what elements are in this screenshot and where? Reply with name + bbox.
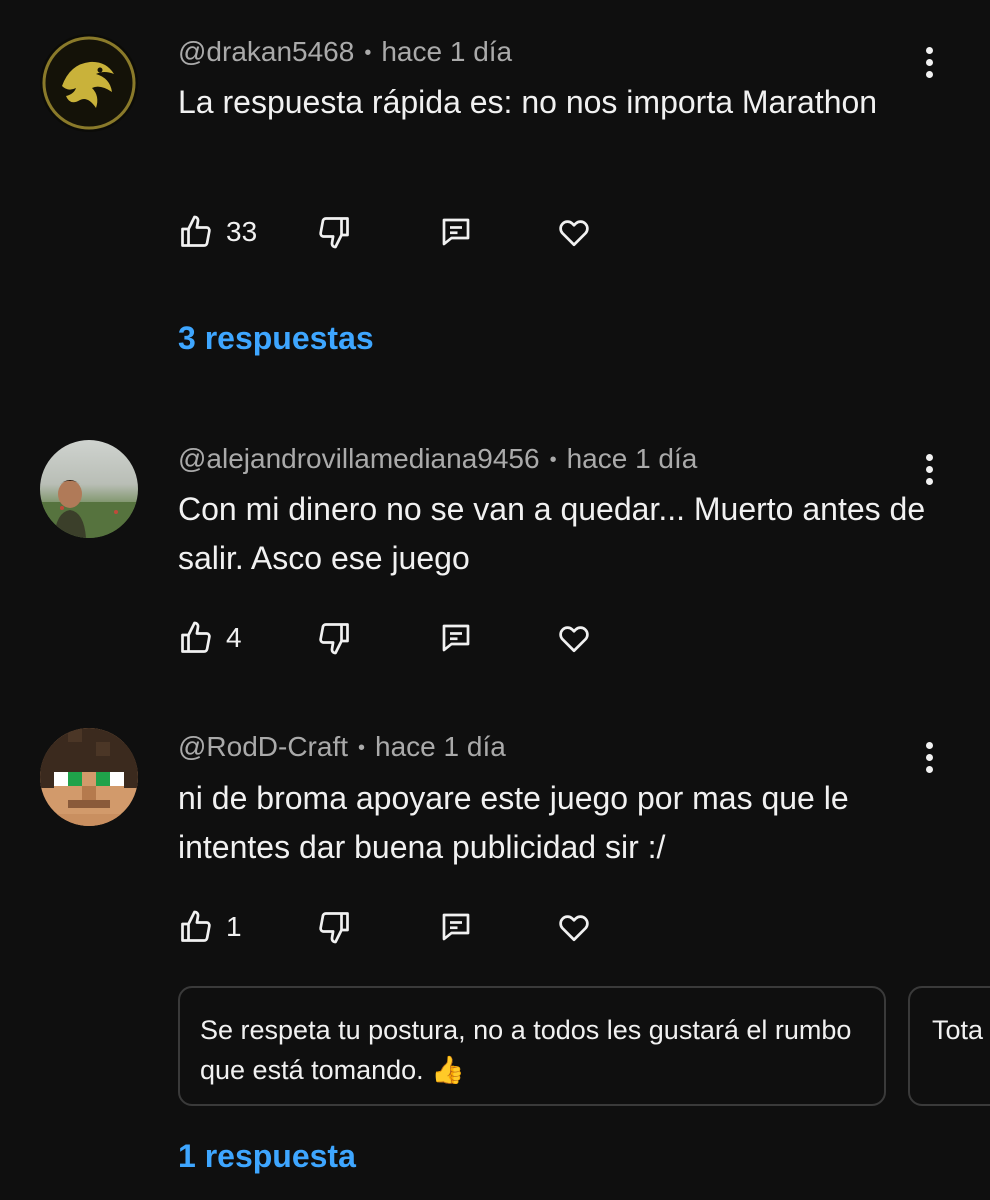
like-button[interactable]: 1 [178,907,242,947]
heart-button[interactable] [556,907,592,947]
comment-meta: @drakan5468 • hace 1 día [178,36,512,68]
separator-dot: • [549,449,557,472]
timestamp[interactable]: hace 1 día [567,443,698,474]
thumbs-up-icon [181,621,211,653]
comment-actions: 1 [178,907,618,947]
comment-actions: 4 [178,618,618,658]
reply-comment-icon [442,913,470,941]
thumbs-up-icon [181,910,211,942]
reply-button[interactable] [438,212,474,252]
dragon-logo-avatar-icon [42,36,136,130]
thumbs-down-icon [319,912,349,944]
thumbs-down-icon [319,623,349,655]
like-count: 33 [226,216,258,247]
avatar[interactable] [40,34,138,132]
like-button[interactable]: 4 [178,618,242,658]
avatar[interactable] [40,728,138,826]
photo-avatar-icon [40,480,138,538]
heart-icon [559,915,589,942]
comment-meta: @RodD-Craft • hace 1 día [178,731,506,763]
comment-actions: 33 [178,212,618,252]
separator-dot: • [358,737,366,760]
author-handle[interactable]: @alejandrovillamediana9456 [178,443,540,474]
reply-preview-card[interactable]: Tota gast [908,986,990,1106]
separator-dot: • [364,42,372,65]
author-handle[interactable]: @RodD-Craft [178,731,348,762]
like-count: 4 [226,622,242,653]
reply-preview-text: Se respeta tu postura, no a todos les gu… [200,1015,852,1085]
timestamp[interactable]: hace 1 día [381,36,512,67]
dislike-button[interactable] [316,618,352,658]
heart-button[interactable] [556,212,592,252]
dislike-button[interactable] [316,212,352,252]
comment-text: ni de broma apoyare este juego por mas q… [178,780,849,865]
pixel-face-avatar-icon [40,728,138,826]
avatar[interactable] [40,440,138,538]
thumbs-down-icon [319,217,349,249]
heart-icon [559,626,589,653]
timestamp[interactable]: hace 1 día [375,731,506,762]
heart-button[interactable] [556,618,592,658]
more-vert-icon[interactable] [912,449,946,489]
reply-button[interactable] [438,907,474,947]
like-button[interactable]: 33 [178,212,257,252]
more-vert-icon[interactable] [912,42,946,82]
reply-comment-icon [442,218,470,246]
like-count: 1 [226,911,242,942]
comment-text: La respuesta rápida es: no nos importa M… [178,84,878,120]
comment-meta: @alejandrovillamediana9456 • hace 1 día [178,443,697,475]
more-vert-icon[interactable] [912,737,946,777]
dislike-button[interactable] [316,907,352,947]
comment-text: Con mi dinero no se van a quedar... Muer… [178,491,926,576]
thumbs-up-icon [181,215,211,247]
reply-comment-icon [442,624,470,652]
author-handle[interactable]: @drakan5468 [178,36,354,67]
reply-button[interactable] [438,618,474,658]
reply-preview-card[interactable]: Se respeta tu postura, no a todos les gu… [178,986,886,1106]
reply-preview-text: Tota gast [932,1015,990,1045]
view-replies-link[interactable]: 1 respuesta [178,1138,356,1175]
heart-icon [559,220,589,247]
view-replies-link[interactable]: 3 respuestas [178,320,374,357]
